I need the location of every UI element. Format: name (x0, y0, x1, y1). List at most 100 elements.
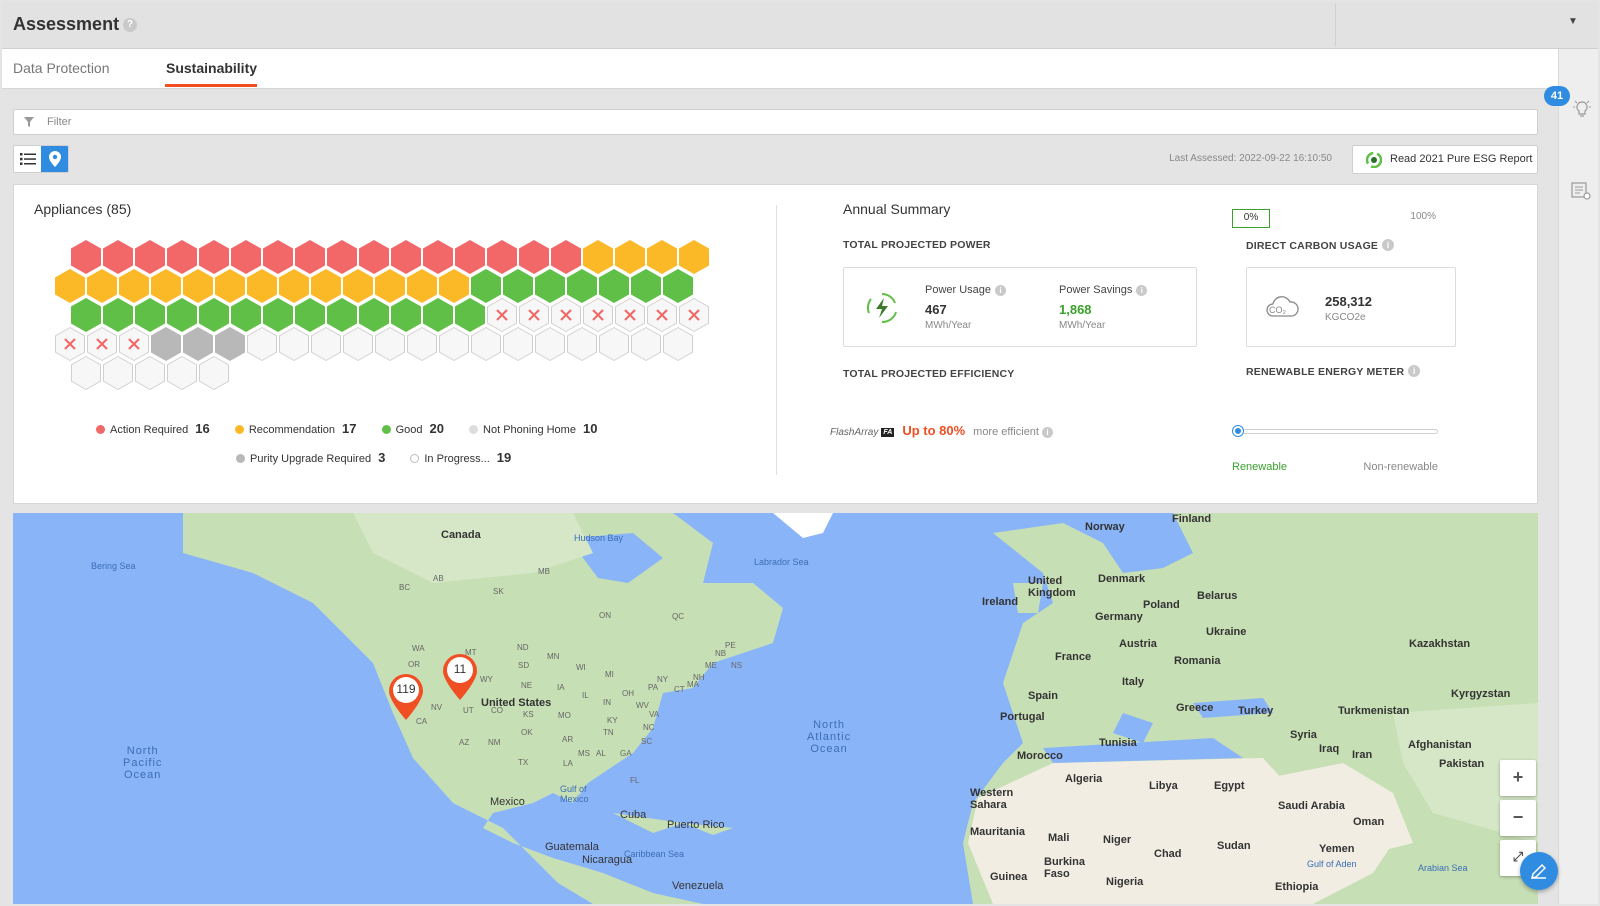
appliance-hex[interactable] (231, 240, 261, 274)
appliance-hex[interactable] (583, 298, 613, 332)
appliance-hex[interactable] (535, 327, 565, 361)
appliance-hex[interactable] (247, 269, 277, 303)
help-icon[interactable]: ? (123, 18, 137, 32)
appliance-hex[interactable] (167, 298, 197, 332)
appliance-hex[interactable] (471, 269, 501, 303)
read-esg-report-button[interactable]: Read 2021 Pure ESG Report (1352, 145, 1538, 174)
appliance-hex[interactable] (503, 327, 533, 361)
appliance-hex[interactable] (199, 298, 229, 332)
appliance-hex[interactable] (551, 298, 581, 332)
appliance-hex[interactable] (599, 269, 629, 303)
info-icon[interactable]: i (995, 285, 1006, 296)
appliance-hex[interactable] (135, 356, 165, 390)
appliance-hex[interactable] (295, 298, 325, 332)
appliance-hex[interactable] (71, 240, 101, 274)
appliance-hex[interactable] (311, 327, 341, 361)
appliance-hex[interactable] (279, 269, 309, 303)
appliance-hex[interactable] (519, 298, 549, 332)
renewable-meter-knob[interactable] (1233, 426, 1243, 436)
appliance-hex[interactable] (439, 327, 469, 361)
appliance-hex[interactable] (119, 269, 149, 303)
map-view-button[interactable] (41, 146, 69, 172)
appliance-hex[interactable] (551, 240, 581, 274)
appliance-hex[interactable] (167, 356, 197, 390)
location-marker-11[interactable]: 11 (441, 652, 479, 702)
appliance-hex[interactable] (455, 240, 485, 274)
zoom-out-button[interactable]: − (1500, 800, 1536, 836)
appliance-hex[interactable] (391, 298, 421, 332)
appliance-hex[interactable] (87, 269, 117, 303)
appliance-hex[interactable] (215, 269, 245, 303)
appliance-hex[interactable] (519, 240, 549, 274)
report-location-icon[interactable] (1570, 180, 1592, 202)
appliance-hex[interactable] (119, 327, 149, 361)
appliance-hex[interactable] (71, 356, 101, 390)
appliance-hex[interactable] (375, 327, 405, 361)
appliance-hex[interactable] (199, 240, 229, 274)
appliance-hex[interactable] (55, 269, 85, 303)
info-icon[interactable]: i (1408, 365, 1420, 377)
appliance-hex[interactable] (487, 240, 517, 274)
appliance-hex[interactable] (663, 269, 693, 303)
appliance-hex[interactable] (679, 298, 709, 332)
appliance-hex[interactable] (567, 327, 597, 361)
appliance-hex[interactable] (151, 269, 181, 303)
appliance-hex[interactable] (615, 240, 645, 274)
edit-fab-button[interactable] (1520, 852, 1558, 890)
appliance-hex[interactable] (455, 298, 485, 332)
appliance-hex[interactable] (279, 327, 309, 361)
appliance-hex[interactable] (247, 327, 277, 361)
zoom-in-button[interactable]: + (1500, 760, 1536, 796)
world-map[interactable]: CanadaHudson BayLabrador SeaBering SeaUn… (13, 513, 1538, 904)
appliance-hex[interactable] (599, 327, 629, 361)
appliance-hex[interactable] (407, 327, 437, 361)
appliance-hex[interactable] (631, 269, 661, 303)
appliance-hex[interactable] (647, 298, 677, 332)
appliance-hex[interactable] (199, 356, 229, 390)
appliance-hex[interactable] (71, 298, 101, 332)
appliance-hex[interactable] (215, 327, 245, 361)
legend-purity-upgrade[interactable]: Purity Upgrade Required3 (236, 450, 385, 465)
info-icon[interactable]: i (1382, 239, 1394, 251)
appliance-hex[interactable] (183, 327, 213, 361)
legend-not-phoning-home[interactable]: Not Phoning Home10 (469, 421, 597, 436)
tab-data-protection[interactable]: Data Protection (13, 60, 110, 76)
appliance-hex[interactable] (295, 240, 325, 274)
appliance-hex[interactable] (375, 269, 405, 303)
appliance-hex[interactable] (103, 298, 133, 332)
appliance-hex[interactable] (103, 240, 133, 274)
legend-action-required[interactable]: Action Required16 (96, 421, 210, 436)
appliance-hex[interactable] (407, 269, 437, 303)
appliance-hex[interactable] (583, 240, 613, 274)
location-marker-119[interactable]: 119 (387, 672, 425, 722)
info-icon[interactable]: i (1042, 427, 1053, 438)
appliance-hex[interactable] (327, 298, 357, 332)
appliance-hex[interactable] (679, 240, 709, 274)
appliance-hex[interactable] (359, 240, 389, 274)
chevron-down-icon[interactable]: ▼ (1568, 16, 1578, 27)
appliance-hex[interactable] (423, 298, 453, 332)
appliance-hex[interactable] (343, 327, 373, 361)
appliance-hex[interactable] (359, 298, 389, 332)
appliance-hex[interactable] (647, 240, 677, 274)
appliance-hex[interactable] (343, 269, 373, 303)
appliance-hex[interactable] (567, 269, 597, 303)
appliance-hex[interactable] (263, 240, 293, 274)
appliance-hex[interactable] (87, 327, 117, 361)
appliance-hex[interactable] (135, 298, 165, 332)
appliance-hex[interactable] (167, 240, 197, 274)
appliance-hex[interactable] (503, 269, 533, 303)
appliance-hex[interactable] (103, 356, 133, 390)
appliance-hex[interactable] (663, 327, 693, 361)
list-view-button[interactable] (14, 146, 42, 172)
appliance-hex[interactable] (263, 298, 293, 332)
legend-recommendation[interactable]: Recommendation17 (235, 421, 357, 436)
appliance-hex[interactable] (631, 327, 661, 361)
appliance-hex[interactable] (535, 269, 565, 303)
appliance-hex[interactable] (151, 327, 181, 361)
appliance-hex[interactable] (439, 269, 469, 303)
appliance-hex[interactable] (135, 240, 165, 274)
filter-input[interactable] (47, 113, 1497, 131)
tab-sustainability[interactable]: Sustainability (166, 60, 257, 76)
appliance-hex[interactable] (231, 298, 261, 332)
